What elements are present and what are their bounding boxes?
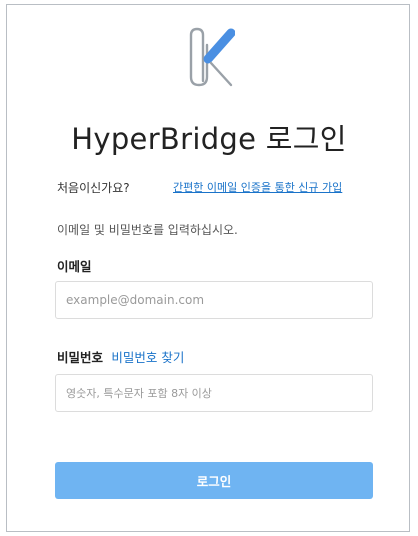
- signup-question: 처음이신가요?: [57, 181, 130, 195]
- instruction-text: 이메일 및 비밀번호를 입력하십시오.: [57, 223, 238, 237]
- find-password-link[interactable]: 비밀번호 찾기: [111, 350, 184, 365]
- password-label-row: 비밀번호 비밀번호 찾기: [57, 347, 184, 366]
- email-field[interactable]: [55, 281, 373, 319]
- login-button[interactable]: 로그인: [55, 462, 373, 499]
- password-field[interactable]: [55, 374, 373, 412]
- signup-link[interactable]: 간편한 이메일 인증을 통한 신규 가입: [173, 179, 342, 195]
- signup-prompt: 처음이신가요? 간편한 이메일 인증을 통한 신규 가입: [57, 179, 377, 196]
- email-label: 이메일: [57, 259, 92, 274]
- password-label: 비밀번호: [57, 350, 104, 365]
- page-title: HyperBridge 로그인: [71, 122, 347, 156]
- paperclip-k-logo-icon: [189, 27, 235, 87]
